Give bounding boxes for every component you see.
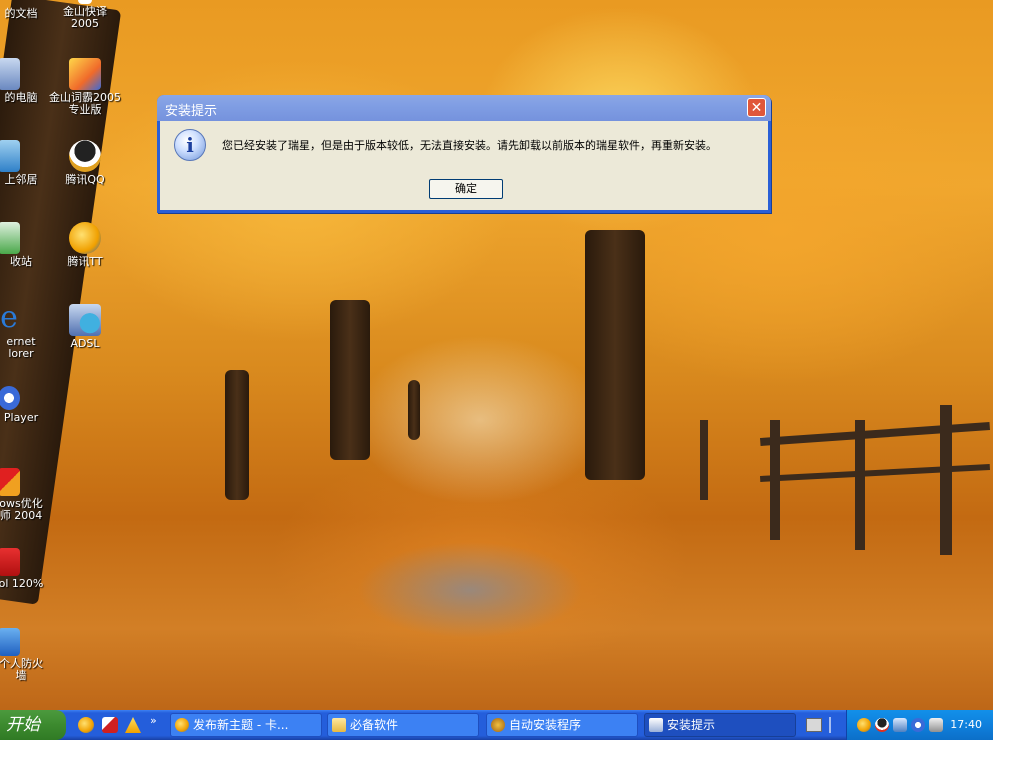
kingsoft-powerword-icon <box>69 58 101 90</box>
desktop-icon-my-computer[interactable]: 的电脑 <box>0 58 48 104</box>
desktop-icon-adsl[interactable]: ADSL <box>46 304 124 350</box>
adsl-connection-icon <box>69 304 101 336</box>
desktop-icon-acdsee[interactable]: ol 120% <box>0 548 48 590</box>
tencent-tt-tray-icon[interactable] <box>857 718 871 732</box>
taskbar: 开始 » 发布新主题 - 卡... 必备软件 自动安装程序 安装提示 17:40 <box>0 710 993 740</box>
taskbar-button-label: 安装提示 <box>667 718 716 732</box>
clock[interactable]: 17:40 <box>950 718 982 731</box>
desktop-icon-label: ol 120% <box>0 577 44 590</box>
tree-trunk <box>585 230 645 480</box>
desktop-icon-label: ADSL <box>70 337 100 350</box>
desktop-icon-label-line2: 专业版 <box>68 103 102 116</box>
folder-icon <box>332 718 346 732</box>
network-tray-icon[interactable] <box>893 718 907 732</box>
taskbar-button-folder[interactable]: 必备软件 <box>327 713 479 737</box>
pdf-reader-icon[interactable] <box>102 717 118 733</box>
taskbar-button-label: 必备软件 <box>350 718 399 732</box>
desktop: 的文档 金山快译 2005 的电脑 金山词霸2005 专业版 上邻居 腾讯QQ … <box>0 0 993 740</box>
info-icon: i <box>174 129 206 161</box>
desktop-icon-label: 腾讯TT <box>67 255 103 268</box>
desktop-icon-my-documents[interactable]: 的文档 <box>0 0 48 20</box>
wooden-fence <box>760 421 990 447</box>
desktop-icon-kingsoft-powerword[interactable]: 金山词霸2005 专业版 <box>46 58 124 116</box>
tree-trunk <box>330 300 370 460</box>
close-icon: ✕ <box>750 100 763 116</box>
taskbar-button-installer[interactable]: 自动安装程序 <box>486 713 638 737</box>
keyboard-icon[interactable] <box>806 718 822 732</box>
desktop-icon-label: 的电脑 <box>4 91 38 104</box>
desktop-icon-label-line2: 师 2004 <box>0 509 43 522</box>
desktop-icon-windows-optimizer[interactable]: ows优化 师 2004 <box>0 468 48 522</box>
desktop-icon-tencent-tt[interactable]: 腾讯TT <box>46 222 124 268</box>
desktop-icon-media-player[interactable]: Player <box>0 386 48 424</box>
firewall-icon <box>0 628 20 656</box>
desktop-icon-recycle-bin[interactable]: 收站 <box>0 222 48 268</box>
my-computer-icon <box>0 58 20 90</box>
desktop-icon-qq[interactable]: 腾讯QQ <box>46 140 124 186</box>
acdsee-icon <box>0 548 20 576</box>
internet-explorer-icon: e <box>0 300 18 335</box>
taskbar-button-install-prompt[interactable]: 安装提示 <box>644 713 796 737</box>
desktop-icon-internet-explorer[interactable]: e ernet lorer <box>0 302 48 360</box>
desktop-icon-label-line2: 2005 <box>71 17 99 30</box>
install-prompt-dialog[interactable]: 安装提示 ✕ i 您已经安装了瑞星，但是由于版本较低，无法直接安装。请先卸载以前… <box>157 95 771 213</box>
desktop-icon-label: 腾讯QQ <box>65 173 105 186</box>
system-tray: 17:40 <box>846 710 993 740</box>
desktop-icon-network-places[interactable]: 上邻居 <box>0 140 48 186</box>
ok-button[interactable]: 确定 <box>429 179 503 199</box>
qq-tray-icon[interactable] <box>875 718 889 732</box>
fence-post <box>940 405 952 555</box>
desktop-icon-label: Player <box>3 411 39 424</box>
fence-post <box>770 420 780 540</box>
start-label: 开始 <box>6 715 40 735</box>
windows-optimizer-icon <box>0 468 20 496</box>
desktop-icon-firewall[interactable]: 个人防火 墙 <box>0 628 48 682</box>
taskbar-button-label: 自动安装程序 <box>509 718 582 732</box>
taskbar-button-browser[interactable]: 发布新主题 - 卡... <box>170 713 322 737</box>
network-places-icon <box>0 140 20 172</box>
volume-tray-icon[interactable] <box>929 718 943 732</box>
qq-penguin-icon <box>69 140 101 172</box>
wooden-fence <box>760 463 990 483</box>
dialog-message: 您已经安装了瑞星，但是由于版本较低，无法直接安装。请先卸载以前版本的瑞星软件，再… <box>222 139 717 152</box>
desktop-icon-label: 上邻居 <box>4 173 38 186</box>
tencent-tt-icon <box>69 222 101 254</box>
tree-trunk <box>225 370 249 500</box>
tencent-tt-icon[interactable] <box>78 717 94 733</box>
kingsoft-fastait-icon <box>78 0 92 4</box>
fence-post <box>855 420 865 550</box>
desktop-icon-label: 收站 <box>10 255 32 268</box>
desktop-icon-label: 的文档 <box>4 7 38 20</box>
media-player-icon <box>0 386 20 410</box>
desktop-icon-label-line2: lorer <box>8 347 34 360</box>
antivirus-tray-icon[interactable] <box>911 718 925 732</box>
fence-post <box>700 420 708 500</box>
dialog-titlebar[interactable]: 安装提示 ✕ <box>157 95 771 121</box>
desktop-icon-label-line2: 墙 <box>15 669 27 682</box>
tree-trunk <box>408 380 420 440</box>
dialog-title: 安装提示 <box>165 104 218 119</box>
setup-window-icon <box>649 718 663 732</box>
start-button[interactable]: 开始 <box>0 710 66 740</box>
close-button[interactable]: ✕ <box>747 98 766 117</box>
dialog-body: i 您已经安装了瑞星，但是由于版本较低，无法直接安装。请先卸载以前版本的瑞星软件… <box>160 121 768 210</box>
taskbar-button-label: 发布新主题 - 卡... <box>193 718 289 732</box>
browser-icon <box>175 718 189 732</box>
installer-icon <box>491 718 505 732</box>
recycle-bin-icon <box>0 222 20 254</box>
desktop-icon-kingsoft-fastait[interactable]: 金山快译 2005 <box>46 0 124 30</box>
quicklaunch-more-icon[interactable]: » <box>150 714 157 727</box>
warning-icon[interactable] <box>125 717 141 733</box>
language-bar-separator <box>829 717 831 733</box>
